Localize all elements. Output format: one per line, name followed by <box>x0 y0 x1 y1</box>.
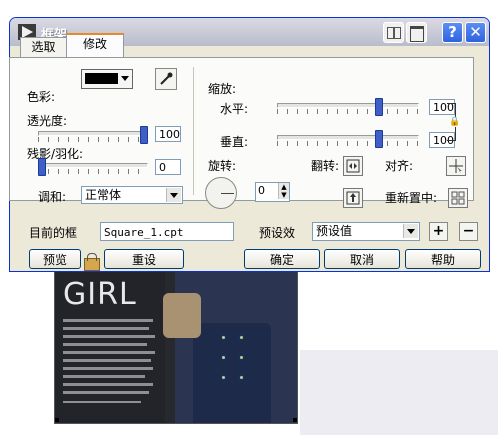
padlock-icon[interactable] <box>84 253 100 271</box>
remove-preset-button[interactable]: − <box>459 222 478 241</box>
photo-button-dot <box>239 375 244 380</box>
blend-mode-value: 正常体 <box>85 188 122 202</box>
horizontal-label: 水平: <box>220 102 249 116</box>
chevron-down-icon <box>166 188 181 202</box>
frame-handle[interactable] <box>293 418 297 422</box>
help-button[interactable]: 帮助 <box>405 249 481 269</box>
help-title-button[interactable]: ? <box>442 22 463 43</box>
opacity-slider[interactable] <box>38 126 148 144</box>
current-frame-field[interactable]: Square_1.cpt <box>100 222 234 241</box>
horizontal-slider-thumb[interactable] <box>375 98 383 116</box>
opacity-slider-thumb[interactable] <box>140 126 148 144</box>
ok-button[interactable]: 确定 <box>244 249 320 269</box>
horizontal-scale-slider[interactable] <box>277 98 419 116</box>
flip-horizontal-button[interactable] <box>343 156 363 176</box>
preset-select[interactable]: 预设值 <box>312 222 420 241</box>
preset-value: 预设值 <box>316 224 353 238</box>
crosshair-cursor-icon <box>449 159 463 173</box>
photo-text-line <box>63 391 149 394</box>
panel-divider <box>193 67 194 195</box>
rotation-dial[interactable] <box>205 177 237 209</box>
recenter-label: 重新置中: <box>385 191 438 205</box>
flip-horizontal-icon <box>346 159 360 173</box>
photo-text-line <box>63 351 155 354</box>
recenter-icon <box>451 191 465 205</box>
tile-view-button[interactable] <box>383 22 404 43</box>
photo-title: GIRL <box>63 277 137 312</box>
rotate-label: 旋转: <box>208 159 237 173</box>
chevron-down-icon <box>403 224 418 238</box>
blend-label: 调和: <box>38 190 67 204</box>
color-swatch <box>85 73 118 84</box>
flip-label: 翻转: <box>311 159 340 173</box>
preview-button[interactable]: 预览 <box>29 249 81 269</box>
lock-icon[interactable]: 🔒 <box>449 117 461 127</box>
photo-text-line <box>63 327 149 330</box>
align-button[interactable] <box>446 156 466 176</box>
add-preset-button[interactable]: + <box>429 222 448 241</box>
flip-vertical-button[interactable] <box>343 188 363 208</box>
vertical-scale-slider[interactable] <box>277 130 419 148</box>
shadow-value-field[interactable]: 0 <box>155 159 181 175</box>
color-picker[interactable] <box>81 69 133 89</box>
blend-mode-select[interactable]: 正常体 <box>81 186 183 204</box>
magazine-photo: GIRL <box>54 262 298 424</box>
shadow-slider-thumb[interactable] <box>38 158 46 176</box>
chevron-down-icon <box>121 76 129 81</box>
opacity-value-field[interactable]: 100 <box>155 126 181 142</box>
tab-modify[interactable]: 修改 <box>66 33 124 60</box>
photo-text-line <box>63 343 147 346</box>
reset-button[interactable]: 重设 <box>104 249 184 269</box>
photo-text-line <box>63 367 153 370</box>
photo-bag <box>163 293 201 338</box>
photo-text-line <box>63 383 153 386</box>
color-label: 色彩: <box>27 90 56 104</box>
flip-vertical-icon <box>346 191 360 205</box>
close-button[interactable]: ✕ <box>465 22 486 43</box>
photo-text-line <box>63 359 151 362</box>
vertical-label: 垂直: <box>220 135 249 149</box>
scale-label: 缩放: <box>208 82 237 96</box>
cancel-button[interactable]: 取消 <box>324 249 400 269</box>
maximize-button[interactable] <box>406 22 427 43</box>
align-label: 对齐: <box>385 159 414 173</box>
vertical-slider-thumb[interactable] <box>375 130 383 148</box>
background-area <box>300 350 498 435</box>
frame-handle[interactable] <box>55 418 59 422</box>
spinner-arrows-icon[interactable]: ▲ ▼ <box>278 183 289 199</box>
eyedropper-icon[interactable] <box>155 68 177 90</box>
rotation-value: 0 <box>258 184 265 197</box>
shadow-feather-slider[interactable] <box>38 158 148 176</box>
photo-text-line <box>63 401 141 403</box>
photo-button-dot <box>221 375 226 380</box>
tab-select[interactable]: 选取 <box>20 37 67 58</box>
photo-button-dot <box>221 335 226 340</box>
preset-label: 预设效 <box>259 226 296 240</box>
photo-button-dot <box>239 335 244 340</box>
photo-button-dot <box>239 355 244 360</box>
photo-text-line <box>63 335 155 338</box>
photo-button-dot <box>221 355 226 360</box>
recenter-button[interactable] <box>448 188 468 208</box>
rotation-spinner[interactable]: 0 ▲ ▼ <box>255 182 290 202</box>
photo-text-line <box>63 375 145 378</box>
photo-text-line <box>63 319 153 322</box>
photo-skirt <box>193 323 271 423</box>
current-frame-label: 目前的框 <box>29 226 78 240</box>
